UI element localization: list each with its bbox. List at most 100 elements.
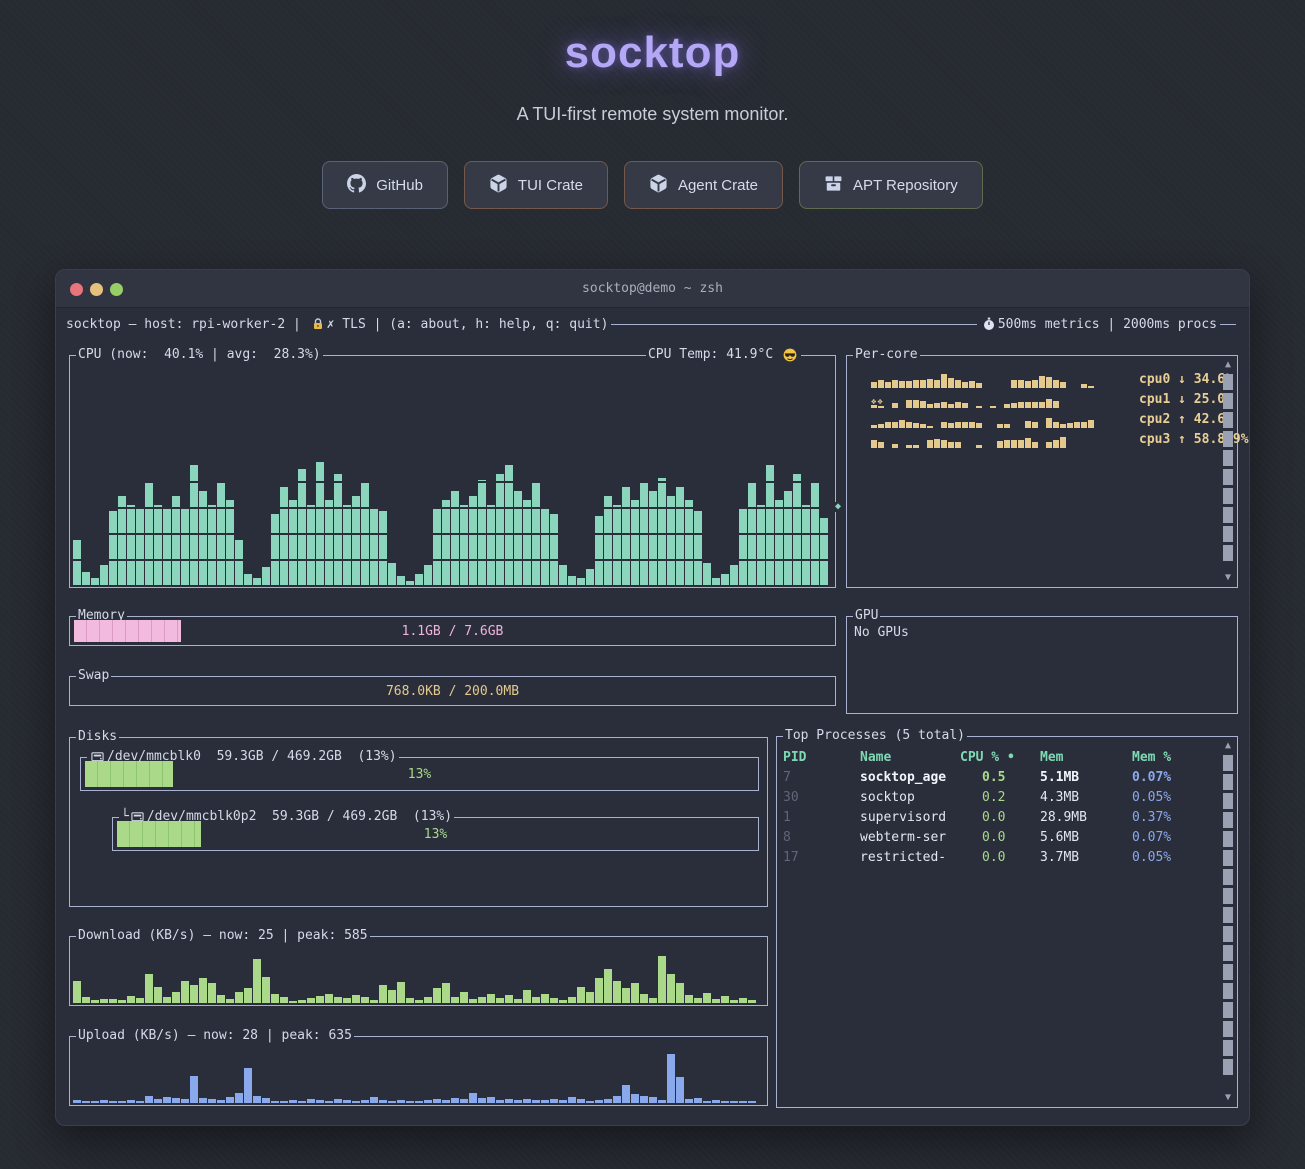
- percore-scrollbar-track[interactable]: [1223, 374, 1233, 569]
- processes-scrollbar[interactable]: ▲ ▼: [1222, 740, 1234, 1104]
- col-name[interactable]: Name: [860, 750, 960, 765]
- scrollbar-segment[interactable]: [1223, 755, 1233, 771]
- scroll-up-icon[interactable]: ▲: [1225, 740, 1231, 752]
- scrollbar-segment[interactable]: [1223, 964, 1233, 980]
- scrollbar-segment[interactable]: [1223, 774, 1233, 790]
- scrollbar-segment[interactable]: [1223, 526, 1233, 542]
- github-button[interactable]: GitHub: [322, 161, 448, 209]
- col-mem[interactable]: Mem: [1040, 750, 1132, 765]
- chart-bar: [899, 381, 905, 388]
- chart-bar: [298, 1000, 306, 1003]
- chart-bar: [906, 445, 912, 448]
- chart-bar: [406, 998, 414, 1003]
- chart-bar: [550, 998, 558, 1003]
- chart-bar: [913, 380, 919, 388]
- apt-repository-button[interactable]: APT Repository: [799, 161, 983, 209]
- col-pid[interactable]: PID: [783, 750, 860, 765]
- chart-bar: [1004, 440, 1010, 448]
- chart-bar: [793, 474, 801, 586]
- col-cpu[interactable]: CPU % •: [960, 750, 1040, 765]
- scroll-down-icon[interactable]: ▼: [1225, 1092, 1231, 1104]
- core-row-cpu0: cpu0 ↓ 34.6%: [871, 368, 1113, 388]
- chart-bar: [920, 380, 926, 388]
- chart-bar: [739, 998, 747, 1003]
- process-row[interactable]: 1supervisord0.028.9MB0.37%: [783, 807, 1215, 827]
- chart-bar: [748, 1000, 756, 1003]
- scroll-down-icon[interactable]: ▼: [1225, 572, 1231, 584]
- process-cell: 0.5: [960, 770, 1040, 785]
- scrollbar-segment[interactable]: [1223, 374, 1233, 390]
- chart-bar: [217, 1100, 225, 1103]
- percore-scrollbar[interactable]: ▲ ▼: [1222, 359, 1234, 584]
- process-row[interactable]: 17restricted-0.03.7MB0.05%: [783, 847, 1215, 867]
- scrollbar-segment[interactable]: [1223, 945, 1233, 961]
- processes-scrollbar-track[interactable]: [1223, 755, 1233, 1089]
- scrollbar-segment[interactable]: [1223, 983, 1233, 999]
- scrollbar-segment[interactable]: [1223, 450, 1233, 466]
- chart-bar: [514, 999, 522, 1003]
- chart-bar: [424, 997, 432, 1003]
- chart-bar: [969, 381, 975, 388]
- scrollbar-segment[interactable]: [1223, 1021, 1233, 1037]
- scroll-up-icon[interactable]: ▲: [1225, 359, 1231, 371]
- process-cell: 0.37%: [1132, 810, 1215, 825]
- scrollbar-segment[interactable]: [1223, 393, 1233, 409]
- hero-header: socktop A TUI-first remote system monito…: [55, 0, 1250, 209]
- scrollbar-segment[interactable]: [1223, 793, 1233, 809]
- chart-bar: [352, 1101, 360, 1103]
- chart-bar: [478, 997, 486, 1003]
- terminal-window: socktop@demo ~ zsh socktop — host: rpi-w…: [55, 269, 1250, 1126]
- scrollbar-segment[interactable]: [1223, 545, 1233, 561]
- chart-bar: [460, 992, 468, 1003]
- process-row[interactable]: 30socktop0.24.3MB0.05%: [783, 787, 1215, 807]
- cpu3-sparkline: [871, 428, 1113, 448]
- scrollbar-segment[interactable]: [1223, 926, 1233, 942]
- chart-bar: [892, 380, 898, 388]
- col-mem-pct[interactable]: Mem %: [1132, 750, 1215, 765]
- chart-bar: [100, 999, 108, 1003]
- scrollbar-segment[interactable]: [1223, 1002, 1233, 1018]
- scrollbar-segment[interactable]: [1223, 888, 1233, 904]
- chart-bar: [379, 1100, 387, 1103]
- process-row[interactable]: 7socktop_age0.55.1MB0.07%: [783, 767, 1215, 787]
- scrollbar-segment[interactable]: [1223, 907, 1233, 923]
- tui-crate-button[interactable]: TUI Crate: [464, 161, 608, 209]
- chart-bar: [766, 465, 774, 585]
- chart-bar: [559, 1000, 567, 1003]
- disk-mmcblk0p2-panel: └ /dev/mmcblk0p2 59.3GB / 469.2GB (13%) …: [112, 817, 759, 851]
- chart-bar: [136, 1101, 144, 1103]
- scrollbar-segment[interactable]: [1223, 412, 1233, 428]
- scrollbar-segment[interactable]: [1223, 469, 1233, 485]
- chart-bar: [235, 540, 243, 585]
- chart-bar: [199, 978, 207, 1003]
- scrollbar-segment[interactable]: [1223, 488, 1233, 504]
- chart-bar: [361, 482, 369, 585]
- chart-bar: [370, 1097, 378, 1103]
- chart-bar: [1046, 399, 1052, 408]
- scrollbar-segment[interactable]: [1223, 850, 1233, 866]
- chart-bar: [136, 998, 144, 1003]
- scrollbar-segment[interactable]: [1223, 812, 1233, 828]
- chart-bar: [721, 1101, 729, 1103]
- agent-crate-button[interactable]: Agent Crate: [624, 161, 783, 209]
- chart-bar: [118, 1000, 126, 1003]
- percore-panel-legend: Per-core: [853, 347, 920, 363]
- scrollbar-segment[interactable]: [1223, 507, 1233, 523]
- scrollbar-segment[interactable]: [1223, 431, 1233, 447]
- process-cell: 8: [783, 830, 860, 845]
- scrollbar-segment[interactable]: [1223, 1059, 1233, 1075]
- process-cell: 0.0: [960, 810, 1040, 825]
- scrollbar-segment[interactable]: [1223, 831, 1233, 847]
- chart-bar: [739, 507, 747, 585]
- chart-bar: [595, 516, 603, 585]
- chart-bar: [703, 563, 711, 585]
- chart-bar: [280, 997, 288, 1003]
- chart-bar: [298, 469, 306, 585]
- percore-panel: Per-core cpu0 ↓ 34.6% ❖❖ cpu1 ↓ 25.0% cp…: [846, 355, 1238, 588]
- scrollbar-segment[interactable]: [1223, 1040, 1233, 1056]
- process-cell: supervisord: [860, 810, 960, 825]
- process-row[interactable]: 8webterm-ser0.05.6MB0.07%: [783, 827, 1215, 847]
- scrollbar-segment[interactable]: [1223, 869, 1233, 885]
- chart-bar: [703, 993, 711, 1003]
- chart-bar: [343, 505, 351, 585]
